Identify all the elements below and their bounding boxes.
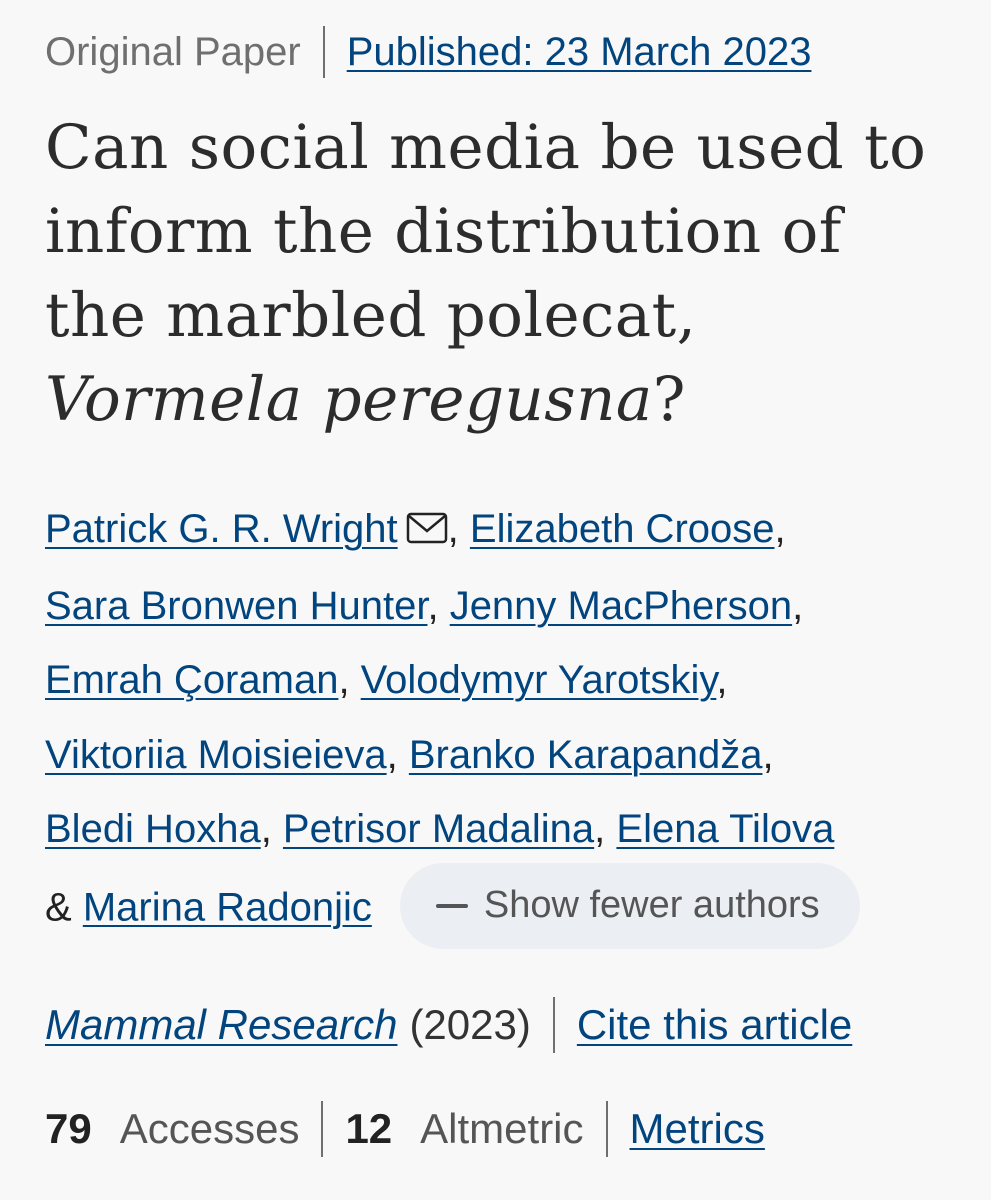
author-link[interactable]: Elizabeth Croose (470, 507, 775, 551)
divider (322, 26, 325, 78)
author-link[interactable]: Branko Karapandža (409, 733, 763, 777)
divider (605, 1100, 608, 1157)
author-link[interactable]: Elena Tilova (616, 807, 834, 851)
author-link[interactable]: Bledi Hoxha (45, 807, 261, 851)
journal-year: (2023) (409, 1000, 531, 1048)
cite-article-link[interactable]: Cite this article (577, 995, 852, 1055)
altmetric-count: 12 (345, 1104, 393, 1152)
author-link[interactable]: Sara Bronwen Hunter (45, 584, 427, 628)
ampersand: & (45, 885, 72, 930)
minus-icon (435, 903, 468, 908)
author-link[interactable]: Viktoriia Moisieieva (45, 733, 387, 777)
divider (321, 1100, 324, 1157)
author-link[interactable]: Petrisor Madalina (283, 807, 594, 851)
journal-link[interactable]: Mammal Research (45, 995, 397, 1055)
title-species: Vormela peregusna (45, 364, 653, 435)
meta-line: Original Paper Published: 23 March 2023 (45, 22, 991, 82)
metrics-line: 79 Accesses 12 Altmetric Metrics (45, 1099, 991, 1159)
author-link[interactable]: Emrah Çoraman (45, 658, 338, 702)
accesses-count: 79 (45, 1104, 92, 1152)
title-end: ? (652, 364, 686, 435)
author-link[interactable]: Patrick G. R. Wright (45, 507, 398, 551)
published-date-link[interactable]: Published: 23 March 2023 (347, 22, 812, 82)
journal-line: Mammal Research (2023) Cite this article (45, 995, 991, 1055)
author-link[interactable]: Marina Radonjic (83, 885, 372, 929)
author-link[interactable]: Volodymyr Yarotskiy (361, 658, 717, 702)
altmetric-label: Altmetric (420, 1104, 584, 1152)
mail-icon[interactable] (406, 494, 448, 569)
show-fewer-label: Show fewer authors (483, 884, 820, 927)
accesses-label: Accesses (119, 1104, 300, 1152)
author-list: Patrick G. R. Wright, Elizabeth Croose, S… (45, 492, 950, 953)
article-header: Original Paper Published: 23 March 2023 … (0, 0, 991, 1200)
metrics-link[interactable]: Metrics (630, 1099, 765, 1159)
title-main: Can social media be used to inform the d… (45, 112, 927, 351)
article-type: Original Paper (45, 30, 301, 74)
article-title: Can social media be used to inform the d… (45, 106, 945, 442)
show-fewer-authors-button[interactable]: Show fewer authors (399, 862, 860, 949)
author-link[interactable]: Jenny MacPherson (450, 584, 792, 628)
divider (552, 996, 555, 1053)
